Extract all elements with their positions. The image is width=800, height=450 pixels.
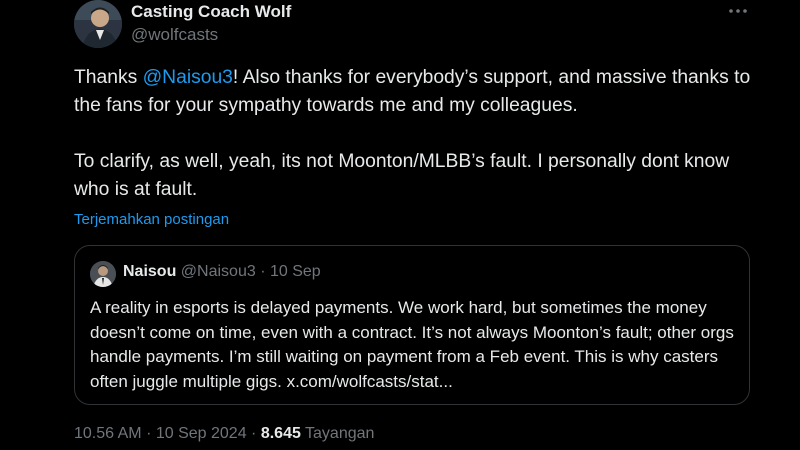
tweet-date[interactable]: 10 Sep 2024 — [156, 425, 247, 442]
author-display-name[interactable]: Casting Coach Wolf — [131, 2, 291, 22]
quoted-separator-dot: · — [260, 263, 266, 280]
author-avatar[interactable] — [74, 0, 122, 48]
tweet-text: Thanks @Naisou3! Also thanks for everybo… — [74, 64, 764, 204]
quoted-tweet-header: Naisou @Naisou3 · 10 Sep — [123, 263, 321, 281]
tweet-paragraph-2: To clarify, as well, yeah, its not Moont… — [74, 151, 730, 200]
views-count[interactable]: 8.645 — [261, 425, 301, 442]
tweet-meta: 10.56 AM · 10 Sep 2024 · 8.645 Tayangan — [74, 425, 374, 443]
tweet-paragraph-1: Thanks @Naisou3! Also thanks for everybo… — [74, 64, 764, 120]
quoted-tweet-text: A reality in esports is delayed payments… — [90, 298, 734, 391]
avatar-photo — [74, 0, 122, 48]
mention-link[interactable]: @Naisou3 — [143, 67, 233, 88]
author-handle[interactable]: @wolfcasts — [131, 25, 218, 45]
tweet-text-prefix: Thanks — [74, 67, 143, 88]
meta-separator-dot: · — [146, 425, 152, 442]
views-label[interactable]: Tayangan — [305, 425, 374, 442]
quoted-author-avatar[interactable] — [90, 261, 116, 287]
more-horizontal-icon[interactable] — [722, 4, 752, 18]
quoted-avatar-photo — [90, 261, 116, 287]
tweet-time[interactable]: 10.56 AM — [74, 425, 142, 442]
quoted-author-handle[interactable]: @Naisou3 — [181, 263, 256, 280]
meta-separator-dot: · — [251, 425, 257, 442]
quoted-tweet-date[interactable]: 10 Sep — [270, 263, 321, 280]
quoted-author-name[interactable]: Naisou — [123, 263, 176, 280]
quoted-tweet-card[interactable]: Naisou @Naisou3 · 10 Sep A reality in es… — [74, 245, 750, 405]
translate-post-link[interactable]: Terjemahkan postingan — [74, 211, 229, 228]
